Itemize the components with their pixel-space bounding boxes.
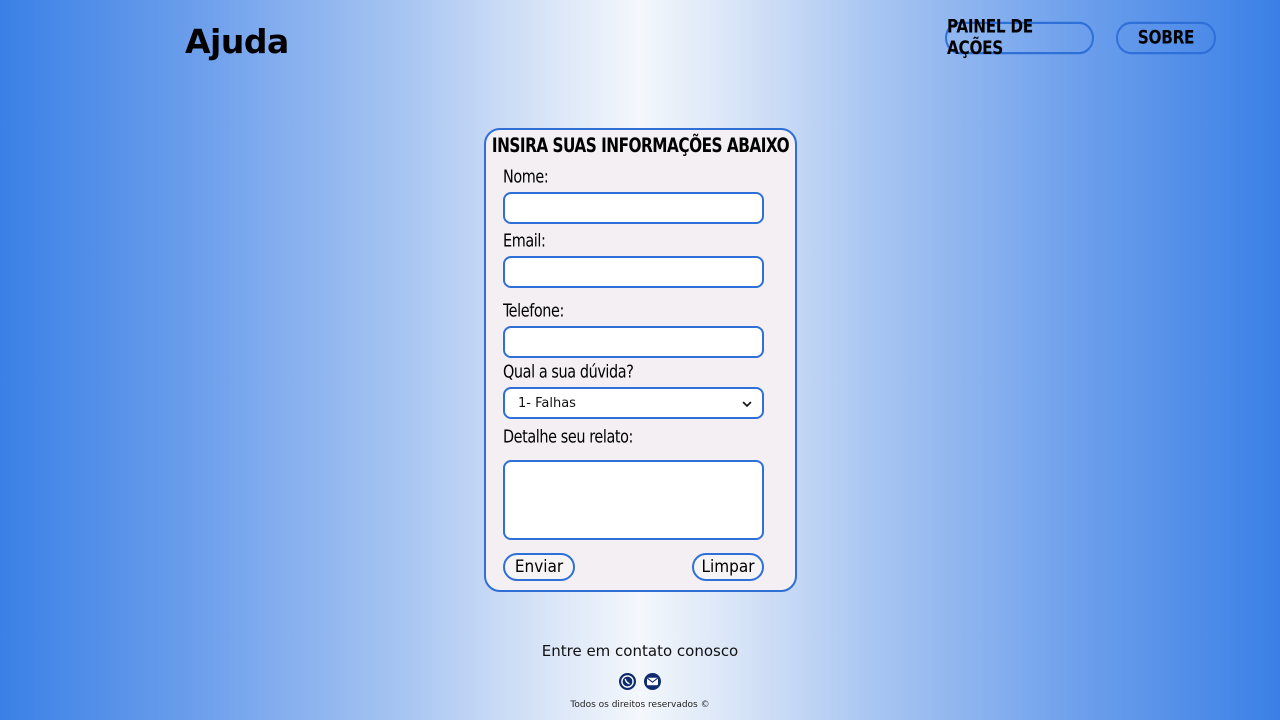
- telefone-label: Telefone:: [503, 300, 564, 321]
- page-title: Ajuda: [185, 22, 289, 61]
- email-input[interactable]: [503, 256, 764, 288]
- nav-sobre-button[interactable]: SOBRE: [1116, 21, 1216, 55]
- help-form: INSIRA SUAS INFORMAÇÕES ABAIXO Nome: Ema…: [484, 128, 797, 592]
- relato-textarea[interactable]: [503, 460, 764, 540]
- contact-text: Entre em contato conosco: [541, 642, 739, 660]
- nome-input[interactable]: [503, 192, 764, 224]
- chevron-down-icon: [742, 401, 752, 407]
- duvida-select[interactable]: 1- Falhas: [503, 387, 764, 419]
- enviar-button[interactable]: Enviar: [503, 553, 575, 581]
- duvida-selected-value: 1- Falhas: [518, 395, 576, 411]
- whatsapp-icon[interactable]: [617, 672, 638, 691]
- nav-painel-de-acoes-button[interactable]: PAINEL DE AÇÕES: [945, 16, 1094, 60]
- limpar-button[interactable]: Limpar: [692, 553, 764, 581]
- duvida-label: Qual a sua dúvida?: [503, 361, 634, 382]
- mail-icon[interactable]: [642, 672, 663, 691]
- email-label: Email:: [503, 230, 546, 251]
- telefone-input[interactable]: [503, 326, 764, 358]
- nome-label: Nome:: [503, 166, 549, 187]
- contact-icons: [617, 672, 663, 691]
- rights-text: Todos os direitos reservados ©: [570, 700, 710, 710]
- form-heading: INSIRA SUAS INFORMAÇÕES ABAIXO: [491, 134, 790, 158]
- relato-label: Detalhe seu relato:: [503, 426, 633, 447]
